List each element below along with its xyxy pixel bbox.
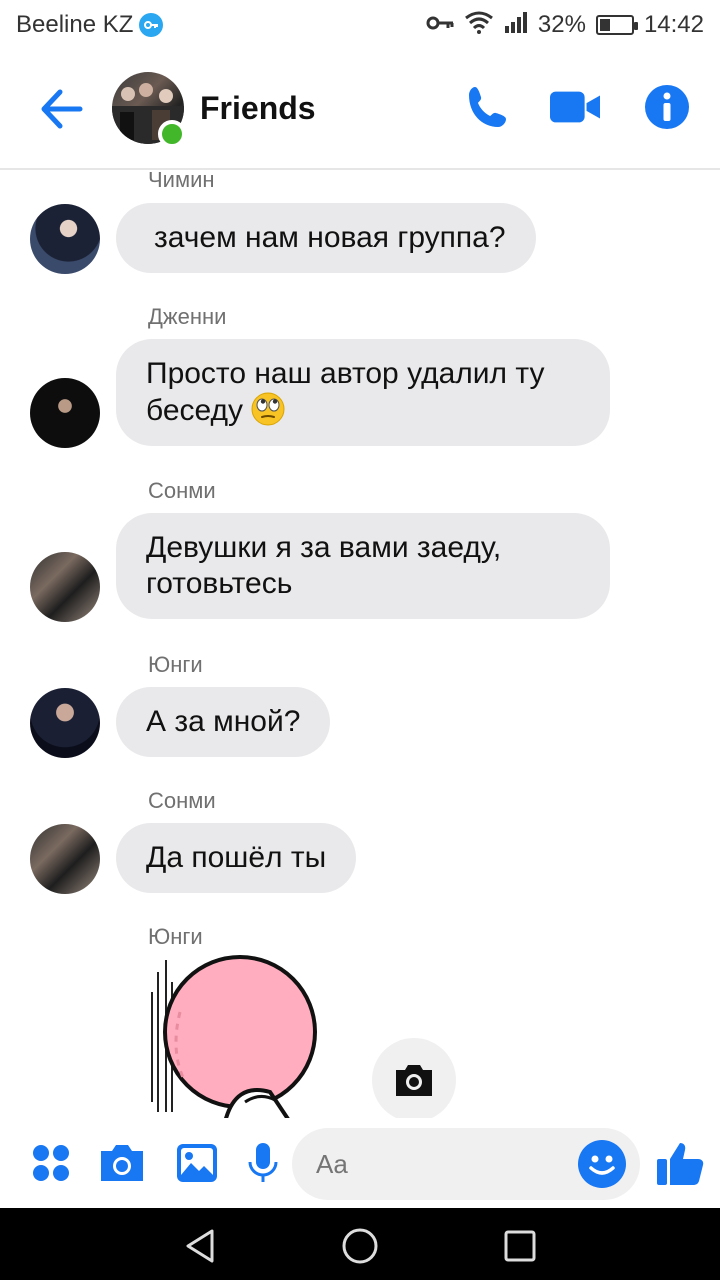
message-composer [0, 1118, 720, 1208]
gallery-button[interactable] [172, 1138, 222, 1188]
like-button[interactable] [654, 1138, 706, 1188]
message-text-line: Просто наш автор удалил ту [146, 357, 545, 390]
microphone-icon [248, 1143, 278, 1182]
message-bubble[interactable]: А за мной? [116, 687, 331, 757]
recents-square-icon [504, 1230, 536, 1262]
message-bubble[interactable]: зачем нам новая группа? [116, 203, 536, 273]
message-input[interactable] [316, 1144, 566, 1184]
message-bubble[interactable]: Девушки я за вами заеду, готовьтесь [116, 513, 610, 619]
battery-icon [595, 15, 638, 35]
message-text: А за мной? [146, 705, 301, 738]
apps-icon [33, 1145, 69, 1181]
camera-icon [101, 1145, 143, 1181]
emoji-button[interactable] [578, 1140, 626, 1188]
sender-name: Юнги [148, 652, 203, 677]
nav-home-button[interactable] [340, 1226, 380, 1266]
avatar[interactable] [30, 688, 100, 758]
back-button[interactable] [36, 84, 86, 134]
home-circle-icon [342, 1228, 378, 1264]
info-button[interactable] [642, 82, 692, 132]
message-text: зачем нам новая группа? [154, 221, 506, 254]
apps-button[interactable] [26, 1138, 76, 1188]
sender-name: Дженни [148, 304, 227, 329]
sender-name: Сонми [148, 478, 216, 503]
sender-name: Юнги [148, 924, 203, 949]
status-bar: Beeline KZ 32% 14:42 [0, 0, 720, 50]
message-bubble[interactable]: Да пошёл ты [116, 823, 357, 893]
voice-call-button[interactable] [464, 82, 514, 132]
carrier-group: Beeline KZ [16, 11, 164, 39]
rolling-eyes-emoji-icon [251, 392, 285, 426]
sender-name: Сонми [148, 788, 216, 813]
key-icon [426, 11, 454, 39]
camera-icon [396, 1065, 432, 1096]
vpn-key-icon [139, 13, 164, 37]
gallery-icon [177, 1144, 217, 1182]
message-list[interactable]: Чимин зачем нам новая группа? Дженни Про… [0, 172, 720, 1118]
system-navigation-bar [0, 1208, 720, 1280]
message-text-line: готовьтесь [146, 567, 293, 600]
pink-character-sticker-icon [151, 955, 317, 1118]
avatar[interactable] [30, 824, 100, 894]
emoji-icon [589, 1155, 615, 1175]
chat-title[interactable]: Friends [200, 90, 316, 127]
clock: 14:42 [643, 11, 704, 38]
wifi-icon [464, 10, 494, 41]
message-text-line: беседу [146, 394, 244, 427]
signal-icon [504, 11, 528, 40]
thumbs-up-icon [657, 1143, 704, 1185]
nav-back-button[interactable] [180, 1226, 220, 1266]
sticker-message[interactable] [140, 952, 340, 1118]
info-icon [645, 85, 689, 129]
message-bubble[interactable]: Просто наш автор удалил ту беседу [116, 339, 610, 446]
battery-fill [599, 19, 610, 31]
avatar[interactable] [30, 378, 100, 448]
back-arrow-icon [41, 89, 83, 129]
phone-icon [469, 87, 506, 127]
nav-recents-button[interactable] [500, 1226, 540, 1266]
chat-header: Friends [0, 50, 720, 170]
avatar[interactable] [30, 204, 100, 274]
carrier-name: Beeline KZ [16, 11, 134, 38]
message-text-line: Девушки я за вами заеду, [146, 531, 502, 564]
video-camera-icon [550, 91, 600, 123]
voice-message-button[interactable] [238, 1138, 288, 1188]
sender-name: Чимин [148, 172, 215, 192]
message-text: Да пошёл ты [146, 841, 327, 874]
status-right: 32% 14:42 [426, 10, 704, 41]
floating-camera-button[interactable] [372, 1038, 456, 1118]
message-input-field[interactable] [292, 1128, 640, 1200]
video-call-button[interactable] [550, 82, 600, 132]
online-status-dot [158, 120, 186, 148]
back-triangle-icon [186, 1229, 214, 1263]
battery-percent: 32% [537, 11, 586, 38]
avatar[interactable] [30, 552, 100, 622]
camera-button[interactable] [97, 1138, 147, 1188]
